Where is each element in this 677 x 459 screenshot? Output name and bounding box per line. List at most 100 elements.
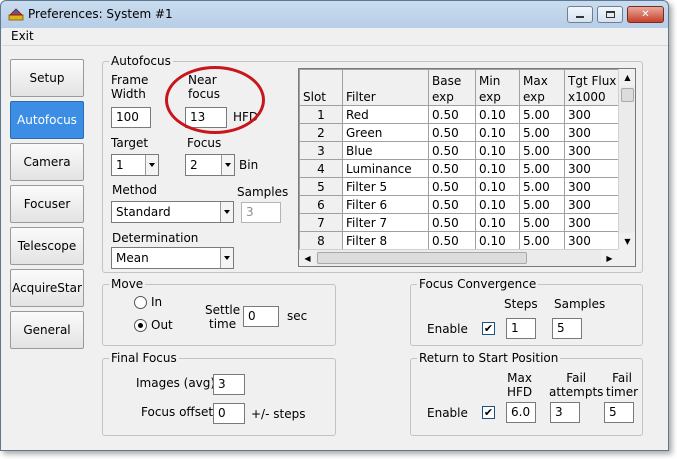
filter-cell[interactable]: Filter 6 bbox=[342, 195, 429, 214]
autofocus-group-label: Autofocus bbox=[109, 54, 173, 68]
max-exp-cell[interactable]: 5.00 bbox=[519, 141, 565, 160]
slot-cell: 3 bbox=[299, 141, 343, 160]
focus-bin-value: 2 bbox=[190, 158, 198, 172]
max-exp-cell[interactable]: 5.00 bbox=[519, 159, 565, 178]
max-hfd-input[interactable]: 6.0 bbox=[506, 402, 536, 423]
table-row[interactable]: 1 Red 0.50 0.10 5.00 300 bbox=[299, 105, 625, 124]
settle-time-input[interactable]: 0 bbox=[243, 306, 279, 327]
nav-setup-button[interactable]: Setup bbox=[10, 59, 84, 97]
horizontal-scrollbar[interactable]: ◀ ▶ bbox=[299, 249, 618, 266]
fail-timer-input[interactable]: 5 bbox=[604, 402, 634, 423]
min-exp-cell[interactable]: 0.10 bbox=[475, 105, 520, 124]
tgt-flux-cell[interactable]: 300 bbox=[564, 123, 625, 142]
min-exp-cell[interactable]: 0.10 bbox=[475, 195, 520, 214]
move-group-label: Move bbox=[109, 277, 146, 291]
filter-cell[interactable]: Filter 8 bbox=[342, 231, 429, 250]
min-exp-cell[interactable]: 0.10 bbox=[475, 231, 520, 250]
close-button[interactable]: ✕ bbox=[627, 6, 664, 23]
table-row[interactable]: 3 Blue 0.50 0.10 5.00 300 bbox=[299, 141, 625, 160]
minimize-button[interactable] bbox=[567, 6, 593, 23]
tgt-flux-cell[interactable]: 300 bbox=[564, 141, 625, 160]
tgt-flux-cell[interactable]: 300 bbox=[564, 231, 625, 250]
target-bin-select[interactable]: 1 bbox=[111, 154, 159, 176]
base-exp-cell[interactable]: 0.50 bbox=[428, 231, 476, 250]
base-exp-cell[interactable]: 0.50 bbox=[428, 105, 476, 124]
menu-exit[interactable]: Exit bbox=[11, 29, 34, 43]
max-exp-cell[interactable]: 5.00 bbox=[519, 105, 565, 124]
highlight-annotation bbox=[165, 66, 265, 134]
horizontal-scroll-thumb[interactable] bbox=[317, 252, 527, 264]
convergence-enable-checkbox[interactable]: ✔ bbox=[482, 322, 495, 335]
table-row[interactable]: 7 Filter 7 0.50 0.10 5.00 300 bbox=[299, 213, 625, 232]
filter-cell[interactable]: Green bbox=[342, 123, 429, 142]
table-row[interactable]: 4 Luminance 0.50 0.10 5.00 300 bbox=[299, 159, 625, 178]
col-base-exp-header: Base exp bbox=[428, 69, 476, 106]
max-exp-cell[interactable]: 5.00 bbox=[519, 213, 565, 232]
title-bar[interactable]: Preferences: System #1 ✕ bbox=[1, 1, 668, 28]
table-row[interactable]: 8 Filter 8 0.50 0.10 5.00 300 bbox=[299, 231, 625, 250]
nav-autofocus-button[interactable]: Autofocus bbox=[10, 101, 84, 139]
minimize-icon bbox=[576, 16, 584, 18]
convergence-steps-input[interactable]: 1 bbox=[506, 318, 536, 339]
max-exp-cell[interactable]: 5.00 bbox=[519, 195, 565, 214]
move-out-radio[interactable] bbox=[134, 319, 147, 332]
filter-cell[interactable]: Red bbox=[342, 105, 429, 124]
nav-acquirestar-button[interactable]: AcquireStar bbox=[10, 269, 84, 307]
nav-general-label: General bbox=[23, 323, 71, 337]
scroll-right-icon[interactable]: ▶ bbox=[601, 250, 618, 266]
vertical-scroll-thumb[interactable] bbox=[621, 88, 634, 102]
base-exp-cell[interactable]: 0.50 bbox=[428, 177, 476, 196]
table-row[interactable]: 2 Green 0.50 0.10 5.00 300 bbox=[299, 123, 625, 142]
tgt-flux-cell[interactable]: 300 bbox=[564, 213, 625, 232]
images-avg-input[interactable]: 3 bbox=[213, 374, 245, 395]
convergence-samples-input[interactable]: 5 bbox=[552, 318, 582, 339]
vertical-scrollbar[interactable]: ▲ ▼ bbox=[618, 69, 635, 250]
base-exp-cell[interactable]: 0.50 bbox=[428, 159, 476, 178]
base-exp-cell[interactable]: 0.50 bbox=[428, 141, 476, 160]
samples-input[interactable]: 3 bbox=[241, 202, 281, 223]
min-exp-cell[interactable]: 0.10 bbox=[475, 159, 520, 178]
max-exp-cell[interactable]: 5.00 bbox=[519, 123, 565, 142]
fail-attempts-input[interactable]: 3 bbox=[550, 402, 580, 423]
focus-bin-select[interactable]: 2 bbox=[185, 154, 235, 176]
maximize-button[interactable] bbox=[597, 6, 623, 23]
filter-cell[interactable]: Blue bbox=[342, 141, 429, 160]
scroll-left-icon[interactable]: ◀ bbox=[299, 250, 316, 266]
base-exp-cell[interactable]: 0.50 bbox=[428, 213, 476, 232]
chevron-down-icon[interactable] bbox=[220, 202, 233, 222]
nav-telescope-button[interactable]: Telescope bbox=[10, 227, 84, 265]
min-exp-cell[interactable]: 0.10 bbox=[475, 213, 520, 232]
nav-focuser-button[interactable]: Focuser bbox=[10, 185, 84, 223]
nav-general-button[interactable]: General bbox=[10, 311, 84, 349]
scroll-up-icon[interactable]: ▲ bbox=[619, 69, 635, 86]
max-exp-cell[interactable]: 5.00 bbox=[519, 177, 565, 196]
nav-camera-button[interactable]: Camera bbox=[10, 143, 84, 181]
frame-width-input[interactable]: 100 bbox=[111, 107, 151, 128]
scroll-down-icon[interactable]: ▼ bbox=[619, 233, 635, 250]
table-row[interactable]: 5 Filter 5 0.50 0.10 5.00 300 bbox=[299, 177, 625, 196]
tgt-flux-cell[interactable]: 300 bbox=[564, 177, 625, 196]
method-label: Method bbox=[112, 183, 158, 197]
chevron-down-icon[interactable] bbox=[145, 155, 158, 175]
method-select[interactable]: Standard bbox=[111, 201, 234, 223]
base-exp-cell[interactable]: 0.50 bbox=[428, 123, 476, 142]
filter-grid[interactable]: Slot Filter Base exp Min exp Max exp Tgt… bbox=[298, 68, 636, 267]
filter-cell[interactable]: Luminance bbox=[342, 159, 429, 178]
chevron-down-icon[interactable] bbox=[220, 248, 233, 268]
tgt-flux-cell[interactable]: 300 bbox=[564, 105, 625, 124]
min-exp-cell[interactable]: 0.10 bbox=[475, 177, 520, 196]
max-exp-cell[interactable]: 5.00 bbox=[519, 231, 565, 250]
move-in-radio[interactable] bbox=[134, 296, 147, 309]
determination-select[interactable]: Mean bbox=[111, 247, 234, 269]
tgt-flux-cell[interactable]: 300 bbox=[564, 195, 625, 214]
return-enable-checkbox[interactable]: ✔ bbox=[482, 406, 495, 419]
min-exp-cell[interactable]: 0.10 bbox=[475, 141, 520, 160]
tgt-flux-cell[interactable]: 300 bbox=[564, 159, 625, 178]
focus-offset-input[interactable]: 0 bbox=[213, 403, 245, 424]
base-exp-cell[interactable]: 0.50 bbox=[428, 195, 476, 214]
min-exp-cell[interactable]: 0.10 bbox=[475, 123, 520, 142]
filter-cell[interactable]: Filter 5 bbox=[342, 177, 429, 196]
table-row[interactable]: 6 Filter 6 0.50 0.10 5.00 300 bbox=[299, 195, 625, 214]
chevron-down-icon[interactable] bbox=[221, 155, 234, 175]
filter-cell[interactable]: Filter 7 bbox=[342, 213, 429, 232]
